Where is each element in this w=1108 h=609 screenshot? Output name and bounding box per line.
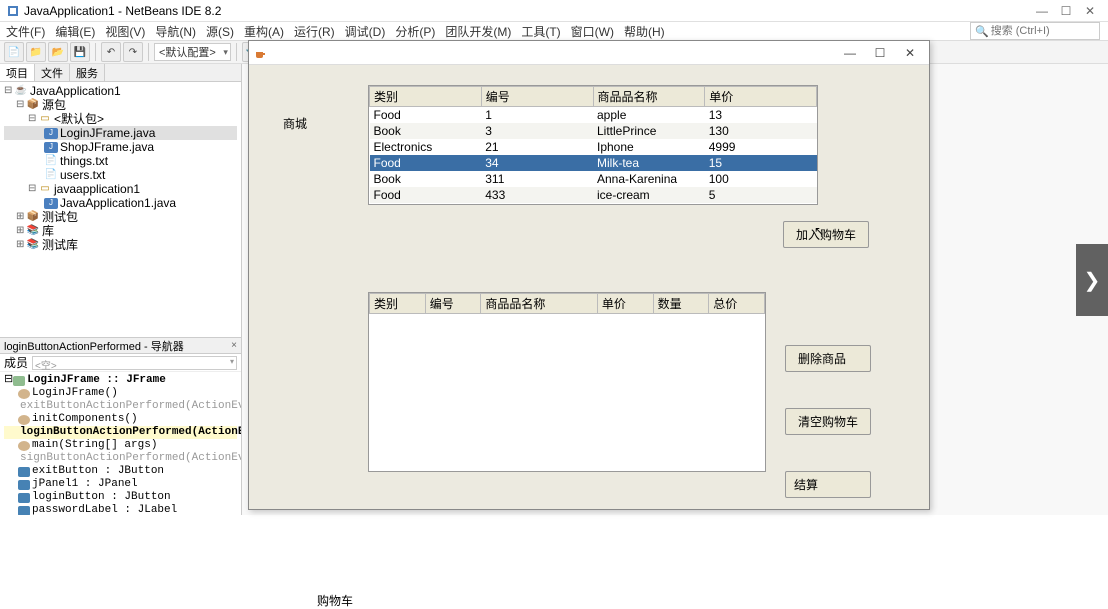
tree-test[interactable]: 测试包	[42, 210, 78, 224]
shop-col-id[interactable]: 编号	[481, 87, 593, 107]
tree-src[interactable]: 源包	[42, 98, 66, 112]
open-btn[interactable]: 📂	[48, 42, 68, 62]
tree-pkg-app[interactable]: javaapplication1	[54, 182, 140, 196]
tree-file-app[interactable]: JavaApplication1.java	[60, 196, 176, 210]
tree-file-users[interactable]: users.txt	[60, 168, 105, 182]
nav-class[interactable]: LoginJFrame :: JFrame	[27, 374, 166, 387]
shop-col-price[interactable]: 单价	[705, 87, 817, 107]
shop-table[interactable]: 类别 编号 商品品名称 单价 Food1apple13Book3LittlePr…	[368, 85, 818, 205]
search-input[interactable]	[991, 25, 1091, 37]
save-btn[interactable]: 💾	[70, 42, 90, 62]
redo-btn[interactable]: ↷	[123, 42, 143, 62]
checkout-button[interactable]: 结算	[785, 471, 871, 498]
tree-root[interactable]: JavaApplication1	[30, 84, 121, 98]
shop-col-name[interactable]: 商品品名称	[593, 87, 705, 107]
menu-tools[interactable]: 工具(T)	[519, 23, 562, 40]
tab-projects[interactable]: 项目	[0, 64, 35, 81]
chevron-right-icon: ❯	[1084, 268, 1101, 293]
table-row[interactable]: Electronics21Iphone4999	[370, 139, 817, 155]
nav-m7[interactable]: jPanel1 : JPanel	[32, 478, 138, 491]
new-file-btn[interactable]: 📄	[4, 42, 24, 62]
nav-m5[interactable]: signButtonActionPerformed(ActionEvent e	[20, 452, 241, 465]
tree-defpkg[interactable]: <默认包>	[54, 112, 104, 126]
java-cup-icon	[253, 46, 267, 60]
ide-window-title: JavaApplication1 - NetBeans IDE 8.2	[24, 4, 221, 18]
ide-titlebar: JavaApplication1 - NetBeans IDE 8.2 — ☐ …	[0, 0, 1108, 22]
table-row[interactable]: Book311Anna-Karenina100	[370, 171, 817, 187]
navigator-panel: loginButtonActionPerformed - 导航器 × 成员 <空>…	[0, 337, 241, 515]
navigator-members[interactable]: ⊟LoginJFrame :: JFrame LoginJFrame() exi…	[0, 372, 241, 515]
table-row[interactable]: Food34Milk-tea15	[370, 155, 817, 171]
menu-src[interactable]: 源(S)	[204, 23, 236, 40]
cart-col-qty[interactable]: 数量	[653, 294, 709, 314]
dialog-maximize-btn[interactable]: ☐	[865, 46, 895, 60]
next-overlay-button[interactable]: ❯	[1076, 244, 1108, 316]
nav-m9[interactable]: passwordLabel : JLabel	[32, 504, 177, 515]
dialog-close-btn[interactable]: ✕	[895, 46, 925, 60]
ide-maximize-btn[interactable]: ☐	[1054, 4, 1078, 18]
cart-table[interactable]: 类别 编号 商品品名称 单价 数量 总价	[368, 292, 766, 472]
ide-close-btn[interactable]: ✕	[1078, 4, 1102, 18]
menu-file[interactable]: 文件(F)	[4, 23, 47, 40]
tree-lib[interactable]: 库	[42, 224, 54, 238]
project-tree[interactable]: ⊟☕JavaApplication1 ⊟📦源包 ⊟▭<默认包> JLoginJF…	[0, 82, 241, 337]
ide-minimize-btn[interactable]: —	[1030, 4, 1054, 18]
delete-item-button[interactable]: 删除商品	[785, 345, 871, 372]
menu-team[interactable]: 团队开发(M)	[443, 23, 513, 40]
cart-section-label: 购物车	[317, 592, 353, 609]
netbeans-icon	[6, 4, 20, 18]
dialog-minimize-btn[interactable]: —	[835, 46, 865, 60]
cart-col-id[interactable]: 编号	[425, 294, 481, 314]
nav-m8[interactable]: loginButton : JButton	[32, 491, 171, 504]
table-row[interactable]: Book3LittlePrince130	[370, 123, 817, 139]
ide-menubar: 文件(F) 编辑(E) 视图(V) 导航(N) 源(S) 重构(A) 运行(R)…	[0, 22, 1108, 40]
config-combo[interactable]: <默认配置>	[154, 43, 231, 61]
search-icon: 🔍	[975, 25, 989, 38]
tab-services[interactable]: 服务	[70, 64, 105, 81]
navigator-close-icon[interactable]: ×	[231, 340, 237, 351]
menu-edit[interactable]: 编辑(E)	[53, 23, 97, 40]
undo-btn[interactable]: ↶	[101, 42, 121, 62]
cart-col-cat[interactable]: 类别	[370, 294, 426, 314]
menu-run[interactable]: 运行(R)	[292, 23, 337, 40]
nav-m6[interactable]: exitButton : JButton	[32, 465, 164, 478]
menu-nav[interactable]: 导航(N)	[153, 23, 198, 40]
menu-debug[interactable]: 调试(D)	[343, 23, 388, 40]
clear-cart-button[interactable]: 清空购物车	[785, 408, 871, 435]
tree-testlib[interactable]: 测试库	[42, 238, 78, 252]
project-tabs: 项目 文件 服务	[0, 64, 241, 82]
new-project-btn[interactable]: 📁	[26, 42, 46, 62]
menu-prof[interactable]: 分析(P)	[393, 23, 437, 40]
navigator-filter-label: 成员	[4, 354, 28, 371]
cart-col-total[interactable]: 总价	[709, 294, 765, 314]
table-row[interactable]: Food1apple13	[370, 107, 817, 124]
quick-search[interactable]: 🔍	[970, 22, 1100, 40]
navigator-title: loginButtonActionPerformed - 导航器	[4, 338, 184, 354]
shop-section-label: 商城	[283, 115, 307, 132]
nav-m2[interactable]: initComponents()	[32, 413, 138, 426]
nav-m1[interactable]: exitButtonActionPerformed(ActionEvent e	[20, 400, 241, 413]
menu-wnd[interactable]: 窗口(W)	[569, 23, 616, 40]
dialog-titlebar: — ☐ ✕	[249, 41, 929, 65]
tree-file-shop[interactable]: ShopJFrame.java	[60, 140, 154, 154]
menu-help[interactable]: 帮助(H)	[622, 23, 667, 40]
tab-files[interactable]: 文件	[35, 64, 70, 81]
shop-col-cat[interactable]: 类别	[370, 87, 482, 107]
nav-m4[interactable]: main(String[] args)	[32, 439, 157, 452]
add-to-cart-button[interactable]: 加入购物车 ↖	[783, 221, 869, 248]
shop-dialog: — ☐ ✕ 商城 类别 编号 商品品名称 单价 Food1apple13Book…	[248, 40, 930, 510]
nav-m0[interactable]: LoginJFrame()	[32, 387, 118, 400]
menu-view[interactable]: 视图(V)	[103, 23, 147, 40]
tree-file-things[interactable]: things.txt	[60, 154, 108, 168]
cart-col-name[interactable]: 商品品名称	[481, 294, 597, 314]
menu-refac[interactable]: 重构(A)	[242, 23, 286, 40]
table-row[interactable]: Food433ice-cream5	[370, 187, 817, 203]
nav-m3[interactable]: loginButtonActionPerformed(ActionEvent	[20, 426, 241, 439]
tree-file-login[interactable]: LoginJFrame.java	[60, 126, 155, 140]
navigator-filter-combo[interactable]: <空>	[32, 356, 237, 370]
cart-col-price[interactable]: 单价	[597, 294, 653, 314]
